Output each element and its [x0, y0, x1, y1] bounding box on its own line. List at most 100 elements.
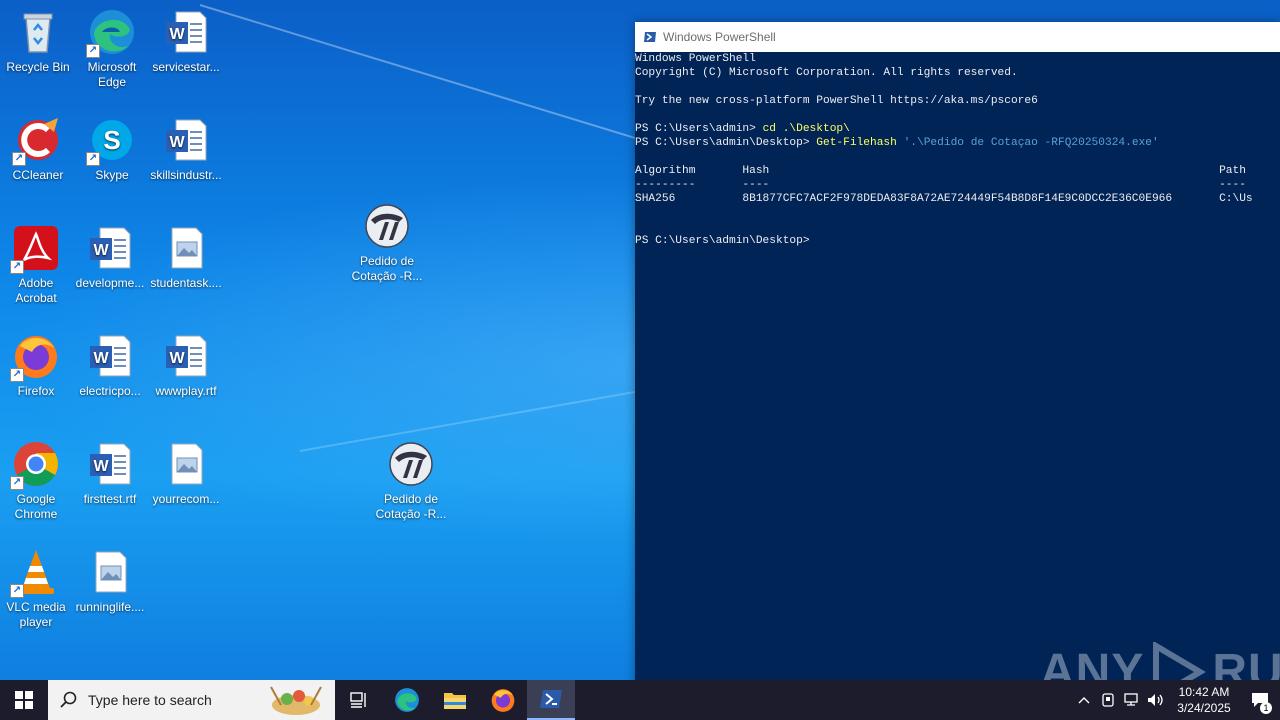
- console-prompt: PS C:\Users\admin>: [635, 123, 763, 135]
- svg-text:W: W: [93, 242, 109, 259]
- console-line: Windows PowerShell: [635, 53, 756, 65]
- taskbar-firefox-button[interactable]: [479, 680, 527, 720]
- shortcut-arrow-icon: ↗: [10, 476, 24, 490]
- firefox-icon: [491, 689, 515, 712]
- console-command: cd .\Desktop\: [762, 123, 850, 135]
- word-doc-icon: W: [166, 11, 207, 53]
- show-hidden-icons-button[interactable]: [1072, 680, 1096, 720]
- icon-label: Skype: [95, 168, 129, 182]
- windows-logo-icon: [15, 691, 33, 709]
- desktop-icon-word-document[interactable]: W wwwplay.rtf: [148, 332, 224, 399]
- icon-label: VLC media player: [6, 600, 66, 629]
- taskbar-edge-button[interactable]: [383, 680, 431, 720]
- desktop-icon-image-file[interactable]: studentask....: [148, 224, 224, 291]
- shortcut-arrow-icon: ↗: [86, 44, 100, 58]
- desktop-icon-word-document[interactable]: W developme...: [72, 224, 148, 291]
- console-table-divider: --------- ---- ----: [635, 179, 1246, 191]
- desktop-icon-firefox[interactable]: ↗ Firefox: [0, 332, 74, 399]
- word-doc-icon: W: [90, 335, 131, 377]
- task-view-icon: [350, 692, 366, 708]
- icon-label: Firefox: [17, 384, 55, 398]
- start-button[interactable]: [0, 680, 48, 720]
- search-placeholder: Type here to search: [88, 692, 212, 708]
- desktop-icon-skype[interactable]: S ↗ Skype: [74, 116, 150, 183]
- search-icon: [60, 691, 77, 708]
- taskbar-clock[interactable]: 10:42 AM 3/24/2025: [1168, 684, 1240, 716]
- icon-label: Recycle Bin: [6, 60, 70, 74]
- image-file-icon: [171, 443, 203, 485]
- console-line: Copyright (C) Microsoft Corporation. All…: [635, 67, 1018, 79]
- word-doc-icon: W: [166, 335, 207, 377]
- powershell-icon: [540, 690, 562, 708]
- action-center-button[interactable]: 1: [1240, 680, 1280, 720]
- clock-date: 3/24/2025: [1177, 701, 1231, 715]
- desktop-icon-pedido-exe[interactable]: Pedido de Cotação -R...: [373, 440, 449, 522]
- chevron-up-icon: [1078, 697, 1090, 704]
- search-highlight-illustration-icon: [270, 686, 322, 715]
- tray-security-button[interactable]: [1096, 680, 1120, 720]
- icon-label: Microsoft Edge: [87, 60, 137, 89]
- icon-label: yourrecom...: [152, 492, 220, 506]
- console-command-line: PS C:\Users\admin\Desktop> Get-Filehash …: [635, 136, 1159, 150]
- icon-label: servicestar...: [152, 60, 220, 74]
- tray-network-button[interactable]: [1120, 680, 1144, 720]
- console-table-row: SHA256 8B1877CFC7ACF2F978DEDA83F8A72AE72…: [635, 193, 1253, 205]
- desktop-icon-word-document[interactable]: W electricpo...: [72, 332, 148, 399]
- icon-label: firsttest.rtf: [83, 492, 137, 506]
- icon-label: Google Chrome: [14, 492, 58, 521]
- icon-label: electricpo...: [79, 384, 141, 398]
- shortcut-arrow-icon: ↗: [10, 584, 24, 598]
- console-table-header: Algorithm Hash Path: [635, 165, 1246, 177]
- icon-label: wwwplay.rtf: [155, 384, 217, 398]
- desktop-icon-pedido-exe[interactable]: Pedido de Cotação -R...: [349, 202, 425, 284]
- powershell-icon: [644, 32, 656, 42]
- edge-icon: [395, 688, 419, 712]
- system-tray: 10:42 AM 3/24/2025 1: [1072, 680, 1280, 720]
- speaker-icon: [1148, 694, 1163, 706]
- desktop-icon-adobe-acrobat[interactable]: ↗ Adobe Acrobat: [0, 224, 74, 306]
- shortcut-arrow-icon: ↗: [10, 368, 24, 382]
- icon-label: developme...: [75, 276, 145, 290]
- window-titlebar[interactable]: Windows PowerShell: [635, 22, 1280, 52]
- exe-logo-icon: [365, 204, 409, 248]
- taskbar-file-explorer-button[interactable]: [431, 680, 479, 720]
- watermark-text-right: RUN: [1212, 645, 1280, 693]
- desktop-icon-recycle-bin[interactable]: Recycle Bin: [0, 8, 76, 75]
- desktop-icon-word-document[interactable]: W firsttest.rtf: [72, 440, 148, 507]
- desktop-icon-google-chrome[interactable]: ↗ Google Chrome: [0, 440, 74, 522]
- powershell-window[interactable]: Windows PowerShell Windows PowerShell Co…: [635, 22, 1280, 692]
- desktop-icon-image-file[interactable]: runninglife....: [72, 548, 148, 615]
- desktop-icon-word-document[interactable]: W servicestar...: [148, 8, 224, 75]
- desktop-icon-image-file[interactable]: yourrecom...: [148, 440, 224, 507]
- wallpaper-beam: [199, 4, 641, 141]
- icon-label: Pedido de Cotação -R...: [351, 254, 423, 283]
- svg-text:W: W: [93, 458, 109, 475]
- desktop-icon-word-document[interactable]: W skillsindustr...: [148, 116, 224, 183]
- device-icon: [1102, 693, 1114, 707]
- desktop-icon-microsoft-edge[interactable]: ↗ Microsoft Edge: [74, 8, 150, 90]
- word-doc-icon: W: [166, 119, 207, 161]
- image-file-icon: [171, 227, 203, 269]
- image-file-icon: [95, 551, 127, 593]
- taskbar-powershell-button[interactable]: [527, 680, 575, 720]
- console-command: Get-Filehash: [816, 137, 897, 149]
- svg-text:S: S: [103, 125, 120, 155]
- task-view-button[interactable]: [335, 680, 383, 720]
- desktop-icon-ccleaner[interactable]: ↗ CCleaner: [0, 116, 76, 183]
- exe-logo-icon: [389, 442, 433, 486]
- console-prompt-line: PS C:\Users\admin\Desktop>: [635, 235, 817, 247]
- console-output[interactable]: Windows PowerShell Copyright (C) Microso…: [635, 52, 1280, 692]
- desktop-icon-vlc[interactable]: ↗ VLC media player: [0, 548, 74, 630]
- clock-time: 10:42 AM: [1178, 685, 1230, 699]
- taskbar-search-box[interactable]: Type here to search: [48, 680, 335, 720]
- svg-text:W: W: [169, 350, 185, 367]
- window-title: Windows PowerShell: [663, 30, 776, 44]
- icon-label: CCleaner: [12, 168, 64, 182]
- icon-label: Pedido de Cotação -R...: [375, 492, 447, 521]
- notification-count-badge: 1: [1260, 702, 1272, 714]
- tray-volume-button[interactable]: [1144, 680, 1168, 720]
- word-doc-icon: W: [90, 443, 131, 485]
- word-doc-icon: W: [90, 227, 131, 269]
- network-icon: [1124, 693, 1138, 706]
- console-argument: '.\Pedido de Cotaçao -RFQ20250324.exe': [896, 137, 1159, 149]
